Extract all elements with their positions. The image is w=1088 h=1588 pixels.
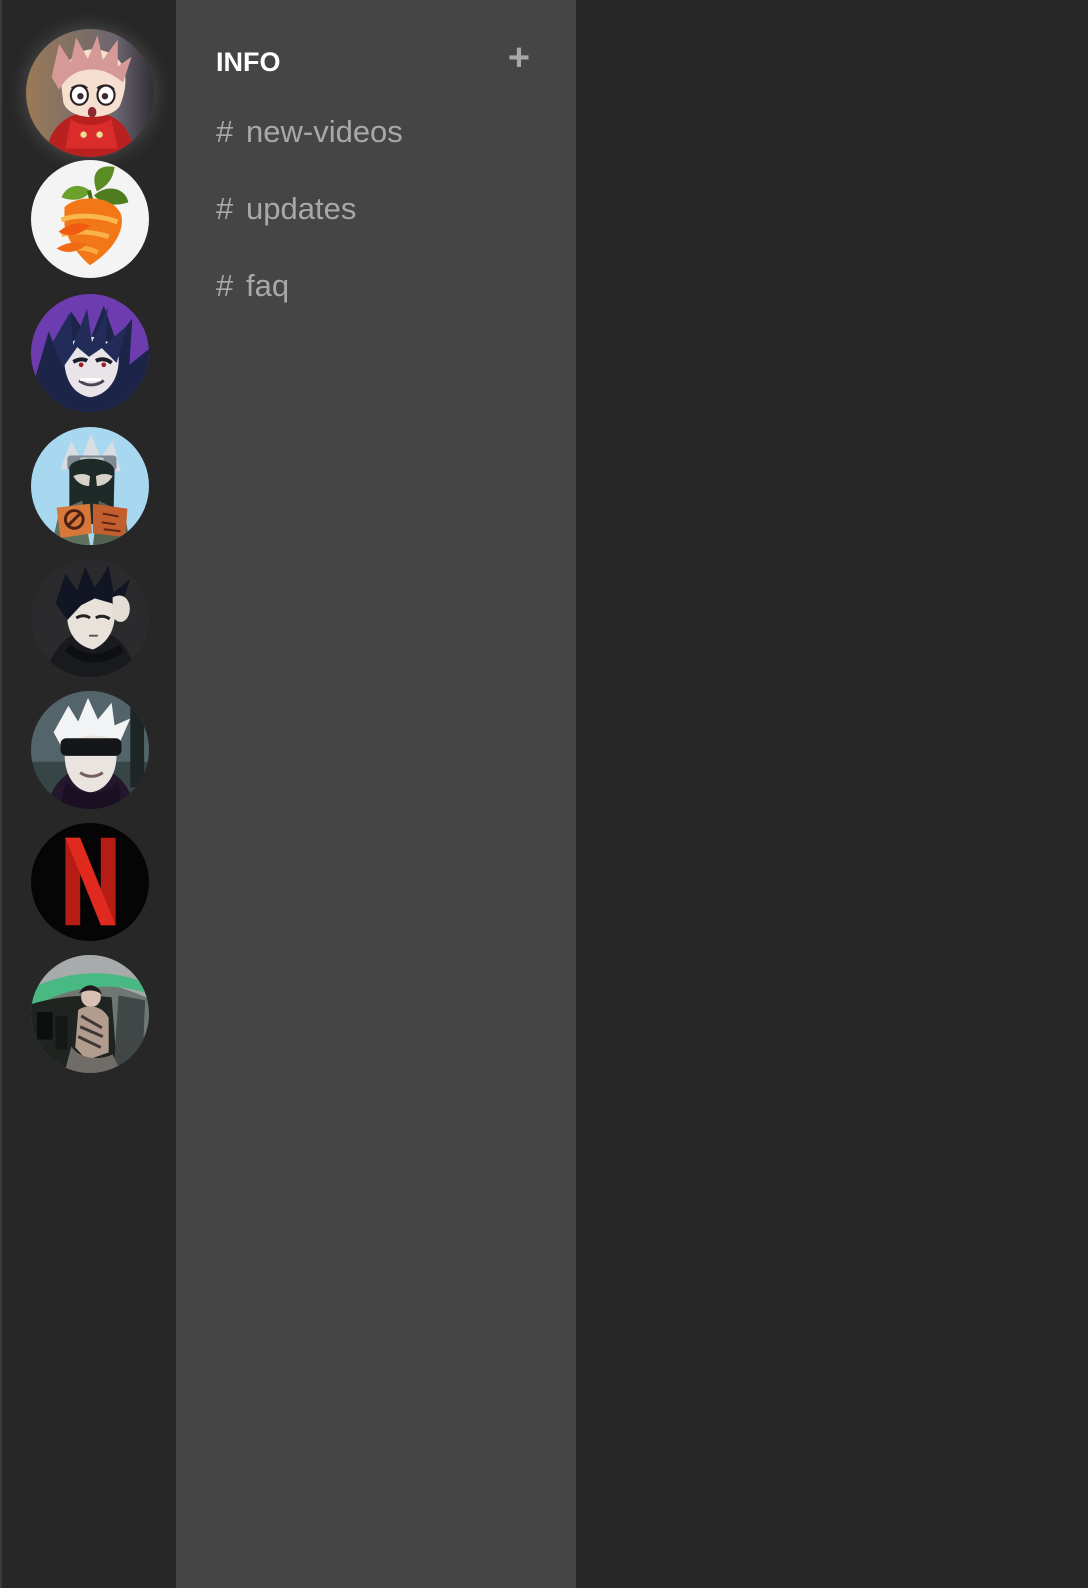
hash-icon: # bbox=[216, 114, 234, 149]
server-avatar-4[interactable] bbox=[31, 427, 149, 545]
netflix-logo-icon bbox=[31, 823, 149, 941]
plus-icon: + bbox=[507, 37, 531, 79]
pink-haired-anime-avatar-icon bbox=[26, 29, 154, 157]
channel-category-header: INFO + bbox=[216, 39, 534, 82]
channel-list: # new-videos # updates # faq bbox=[216, 112, 556, 343]
server-avatar-5[interactable] bbox=[31, 559, 149, 677]
server-avatar-1[interactable] bbox=[26, 29, 154, 157]
server-avatar-3[interactable] bbox=[31, 294, 149, 412]
main-content-area bbox=[576, 0, 1088, 1588]
channel-item-faq[interactable]: # faq bbox=[216, 266, 556, 343]
server-avatar-8[interactable] bbox=[31, 955, 149, 1073]
server-avatar-7[interactable] bbox=[31, 823, 149, 941]
category-title: INFO bbox=[216, 47, 281, 77]
room-photo-avatar-icon bbox=[31, 955, 149, 1073]
discord-app-window: INFO + # new-videos # updates # faq bbox=[0, 0, 1088, 1588]
channel-label: new-videos bbox=[246, 114, 403, 149]
hash-icon: # bbox=[216, 191, 234, 226]
fl-studio-fruit-icon bbox=[31, 160, 149, 278]
dark-haired-purple-anime-avatar-icon bbox=[31, 294, 149, 412]
masked-ninja-avatar-icon bbox=[31, 427, 149, 545]
channel-item-new-videos[interactable]: # new-videos bbox=[216, 112, 556, 189]
channel-label: updates bbox=[246, 191, 357, 226]
server-rail bbox=[0, 0, 176, 1588]
server-avatar-6[interactable] bbox=[31, 691, 149, 809]
channel-label: faq bbox=[246, 268, 290, 303]
channel-item-updates[interactable]: # updates bbox=[216, 189, 556, 266]
blindfolded-anime-avatar-icon bbox=[31, 691, 149, 809]
channel-panel: INFO + # new-videos # updates # faq bbox=[176, 0, 576, 1588]
server-avatar-2[interactable] bbox=[31, 160, 149, 278]
add-channel-button[interactable]: + bbox=[504, 39, 534, 77]
black-haired-anime-avatar-icon bbox=[31, 559, 149, 677]
hash-icon: # bbox=[216, 268, 234, 303]
